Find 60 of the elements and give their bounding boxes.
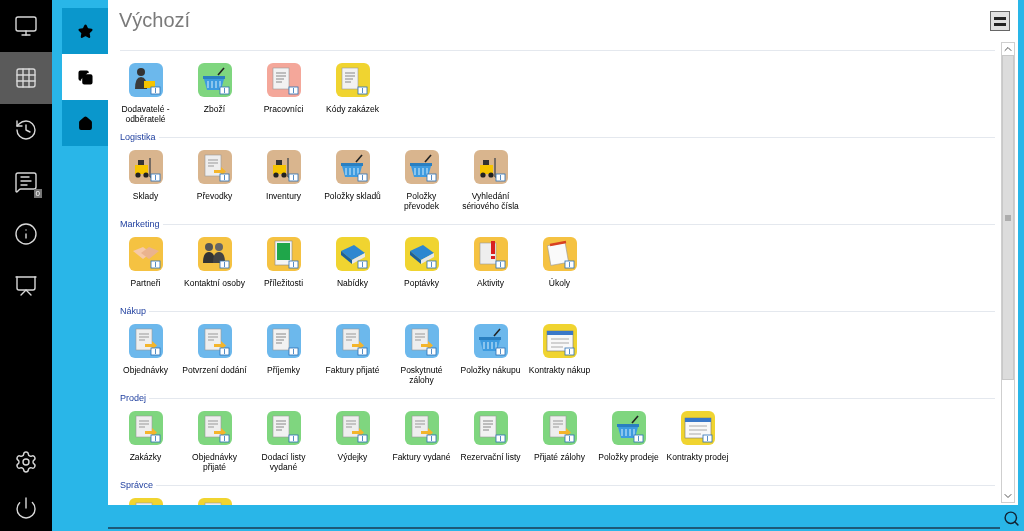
module-tile[interactable]: Úkoly: [525, 237, 594, 288]
star-icon: [77, 23, 93, 39]
module-tile[interactable]: Poskytnuté zálohy: [387, 324, 456, 385]
module-tile[interactable]: Příjemky: [249, 324, 318, 385]
copy-icon: [77, 69, 93, 85]
menu-icon: [994, 16, 1006, 26]
module-tile[interactable]: Kontrakty nákup: [525, 324, 594, 385]
module-tile[interactable]: Rezervační listy: [456, 411, 525, 472]
side-tab[interactable]: [62, 100, 108, 146]
module-tile[interactable]: Zakázky: [111, 411, 180, 472]
module-tile[interactable]: Položky skladů: [318, 150, 387, 211]
group-heading: Logistika: [120, 132, 156, 142]
search-icon: [1002, 509, 1020, 527]
group-heading: Prodej: [120, 393, 146, 403]
module-tile[interactable]: Položky prodeje: [594, 411, 663, 472]
module-tile[interactable]: Objednávky: [111, 324, 180, 385]
apps-grid-icon: [14, 66, 38, 90]
monitor-icon: [14, 14, 38, 38]
menu-button[interactable]: [990, 11, 1010, 31]
module-tile[interactable]: Potvrzení dodání: [180, 324, 249, 385]
module-tile[interactable]: Položky nákupu: [456, 324, 525, 385]
module-tile[interactable]: Inventury: [249, 150, 318, 211]
home-icon: [77, 115, 93, 131]
presentation-icon: [14, 274, 38, 298]
module-tile[interactable]: Příležitosti: [249, 237, 318, 288]
module-tile[interactable]: Kontaktní osoby: [180, 237, 249, 288]
module-tile[interactable]: Převodky: [180, 150, 249, 211]
module-tile[interactable]: Pracovníci: [249, 63, 318, 124]
grip-icon: [1005, 214, 1011, 221]
message-icon: [14, 170, 38, 194]
module-tile[interactable]: Faktury vydané: [387, 411, 456, 472]
module-tile[interactable]: Přijaté zálohy: [525, 411, 594, 472]
scrollbar-thumb[interactable]: [1002, 55, 1014, 380]
module-tile[interactable]: Aktivity: [456, 237, 525, 288]
page-title: Výchozí: [119, 8, 191, 33]
group-heading: Marketing: [120, 219, 160, 229]
module-tile[interactable]: Partneři: [111, 237, 180, 288]
info-icon: [14, 222, 38, 246]
side-tab[interactable]: [62, 54, 108, 100]
module-tile[interactable]: Dodací listy vydané: [249, 411, 318, 472]
module-tile[interactable]: Sklady: [111, 150, 180, 211]
count-badge: 0: [33, 189, 42, 198]
side-tab[interactable]: [62, 8, 108, 54]
module-tile[interactable]: Vyhledání sériového čísla: [456, 150, 525, 211]
module-tile[interactable]: Kontrakty prodej: [663, 411, 732, 472]
scrollbar[interactable]: [1001, 42, 1015, 503]
module-tile[interactable]: Objednávky přijaté: [180, 411, 249, 472]
module-tile[interactable]: Faktury přijaté: [318, 324, 387, 385]
power-icon: [14, 496, 38, 520]
group-heading: Správce: [120, 480, 154, 490]
history-icon: [14, 118, 38, 142]
module-tile[interactable]: Výdejky: [318, 411, 387, 472]
module-tile[interactable]: Zboží: [180, 63, 249, 124]
module-tile[interactable]: Kódy zakázek: [318, 63, 387, 124]
module-tile[interactable]: Dodavatelé - odběratelé: [111, 63, 180, 124]
module-tile[interactable]: Nabídky: [318, 237, 387, 288]
settings-icon: [14, 450, 38, 474]
module-tile[interactable]: Poptávky: [387, 237, 456, 288]
group-heading: Nákup: [120, 306, 146, 316]
module-tile[interactable]: Položky převodek: [387, 150, 456, 211]
